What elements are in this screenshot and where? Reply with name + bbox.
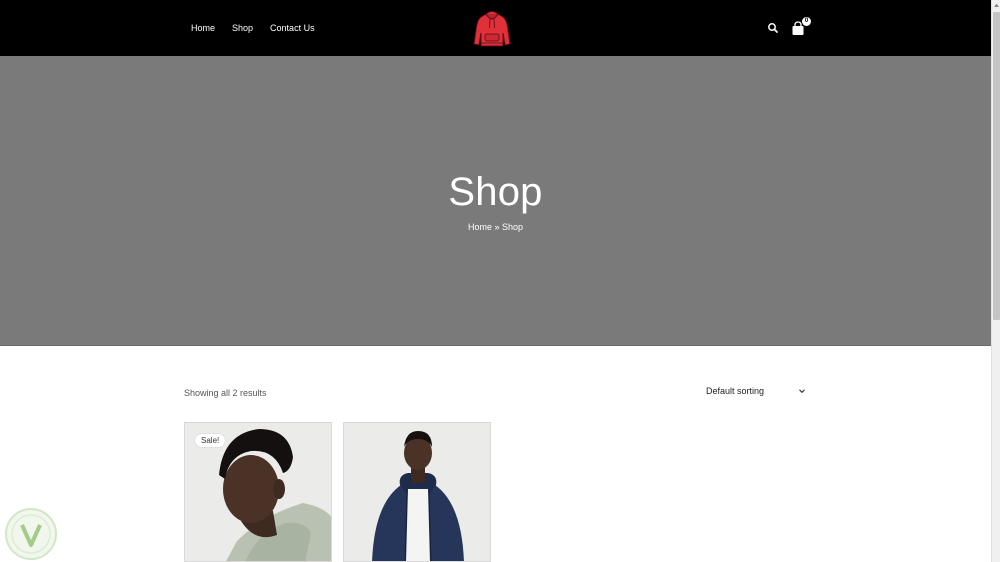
chevron-down-icon xyxy=(799,389,805,394)
cart-count-badge: 0 xyxy=(802,17,811,26)
product-card[interactable] xyxy=(343,422,491,562)
scrollbar-thumb[interactable] xyxy=(993,12,1000,320)
watermark-logo-icon xyxy=(4,507,58,561)
search-icon[interactable] xyxy=(766,21,780,35)
result-count: Showing all 2 results xyxy=(184,388,267,398)
breadcrumb-separator: » xyxy=(491,222,502,232)
sorting-select[interactable]: Default sorting xyxy=(700,381,810,401)
nav-home-link[interactable]: Home xyxy=(191,23,215,33)
main-nav: Home Shop Contact Us xyxy=(191,0,332,56)
page-scrollbar[interactable] xyxy=(991,0,1000,562)
sorting-selected-value: Default sorting xyxy=(706,386,765,396)
sale-badge: Sale! xyxy=(195,434,226,447)
nav-contact-link[interactable]: Contact Us xyxy=(270,23,315,33)
page-title: Shop xyxy=(448,170,543,214)
scroll-up-arrow-icon[interactable] xyxy=(993,2,1000,9)
product-image[interactable] xyxy=(344,423,491,562)
hoodie-logo-icon[interactable] xyxy=(472,8,512,48)
cart-button[interactable]: 0 xyxy=(791,17,813,37)
site-header: Home Shop Contact Us 0 xyxy=(0,0,991,56)
nav-shop-link[interactable]: Shop xyxy=(232,23,253,33)
page-hero: Shop Home » Shop xyxy=(0,56,991,346)
breadcrumb: Home » Shop xyxy=(0,222,991,232)
product-card[interactable]: Sale! xyxy=(184,422,332,562)
breadcrumb-current: Shop xyxy=(502,222,524,232)
breadcrumb-home-link[interactable]: Home xyxy=(468,222,492,232)
